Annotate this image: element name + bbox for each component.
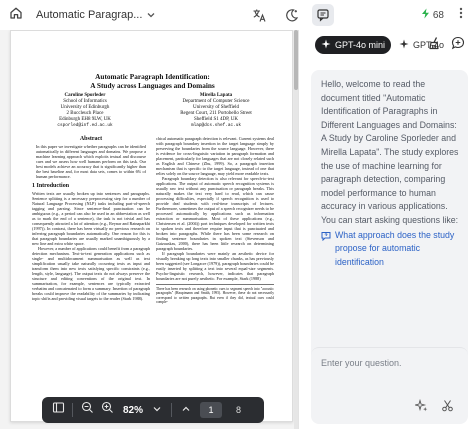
pdf-viewer[interactable]: Automatic Paragraph Identification: A St… <box>0 30 298 429</box>
intro-paragraph: Written texts are usually broken up into… <box>32 191 150 246</box>
zoom-in-button[interactable] <box>97 400 117 420</box>
abstract-text: In this paper we investigate whether par… <box>36 144 146 179</box>
credits-count: 68 <box>432 9 444 21</box>
model-label: GPT-4o mini <box>335 40 386 50</box>
current-page-input[interactable]: 1 <box>200 402 223 418</box>
credits-indicator[interactable]: 68 <box>421 0 444 30</box>
footnote: There has been research on using phoneti… <box>156 284 274 304</box>
chevron-up-icon <box>181 401 191 419</box>
lightning-icon <box>421 8 430 22</box>
new-chat-button[interactable] <box>449 36 467 54</box>
translate-icon[interactable] <box>248 4 270 26</box>
dark-mode-icon[interactable] <box>280 4 302 26</box>
sparkle-icon <box>321 39 331 51</box>
document-title[interactable]: Automatic Paragrap... <box>36 9 142 21</box>
paper-title: Automatic Paragraph Identification: A St… <box>11 72 292 90</box>
assistant-message: Hello, welcome to read the document titl… <box>311 70 468 377</box>
new-chat-icon <box>451 36 465 55</box>
sparkles-icon <box>413 398 428 417</box>
suggested-question-text[interactable]: What approach does the study propose for… <box>335 229 460 270</box>
chevron-down-icon[interactable] <box>146 10 156 20</box>
author-affiliation: School of Informatics University of Edin… <box>59 99 111 123</box>
magic-prompt-button[interactable] <box>413 398 429 417</box>
home-icon <box>9 6 23 25</box>
paper-title-text: Automatic Paragraph Identification: A St… <box>90 72 215 90</box>
question-input[interactable] <box>321 358 461 368</box>
chevron-down-icon <box>152 401 162 419</box>
previous-page-button[interactable] <box>176 400 196 420</box>
screenshot-button[interactable] <box>439 400 455 416</box>
sidebar-toggle-button[interactable] <box>48 400 68 420</box>
welcome-message: Hello, welcome to read the document titl… <box>321 79 459 225</box>
chat-header: GPT-4o mini GPT-4o <box>299 30 474 60</box>
chat-input-area[interactable] <box>311 347 468 424</box>
model-option-gpt-4o-mini[interactable]: GPT-4o mini <box>315 36 392 54</box>
broom-icon <box>427 36 441 55</box>
zoom-in-icon <box>101 401 114 419</box>
zoom-dropdown-button[interactable] <box>147 400 167 420</box>
toolbar-divider <box>72 403 73 417</box>
clear-chat-button[interactable] <box>425 36 443 54</box>
intro-paragraph: However, a number of applications could … <box>32 246 150 301</box>
menu-dots-icon <box>454 6 468 25</box>
abstract-heading: Abstract <box>79 136 103 142</box>
zoom-out-button[interactable] <box>77 400 97 420</box>
menu-dots-button[interactable] <box>454 0 468 30</box>
panel-divider[interactable] <box>298 30 299 429</box>
top-bar: Automatic Paragrap... 68 <box>0 0 474 30</box>
suggested-question[interactable]: What approach does the study propose for… <box>321 229 460 270</box>
pdf-page[interactable]: Automatic Paragraph Identification: A St… <box>10 30 293 422</box>
body-paragraph: chical automatic paragraph detection is … <box>156 136 274 176</box>
right-column: chical automatic paragraph detection is … <box>156 136 274 304</box>
author-block-1: Caroline Sporleder School of Informatics… <box>35 93 135 130</box>
author-block-2: Mirella Lapata Department of Computer Sc… <box>163 93 269 130</box>
toolbar-icons <box>248 0 334 30</box>
body-paragraph: Paragraph boundary detection is also rel… <box>156 176 274 251</box>
toolbar-divider <box>171 403 173 417</box>
author-email: mlap@dcs.shef.ac.uk <box>190 123 242 129</box>
total-pages: 8 <box>236 405 242 415</box>
zoom-level[interactable]: 82% <box>123 405 143 416</box>
body-paragraph: If paragraph boundaries were mainly an a… <box>156 251 274 281</box>
intro-heading: 1 Introduction <box>32 183 70 189</box>
author-affiliation: Department of Computer Science Universit… <box>180 99 252 123</box>
author-email: csporled@inf.ed.ac.uk <box>57 123 113 129</box>
sparkle-icon <box>399 39 409 51</box>
question-bubble-icon <box>321 231 331 270</box>
chat-icon[interactable] <box>312 4 334 26</box>
scissors-icon <box>441 399 454 417</box>
left-column: Abstract In this paper we investigate wh… <box>32 136 150 301</box>
sidebar-icon <box>52 401 65 419</box>
home-button[interactable] <box>2 1 30 29</box>
pdf-toolbar: 82% 1 8 <box>42 397 264 423</box>
zoom-out-icon <box>81 401 94 419</box>
